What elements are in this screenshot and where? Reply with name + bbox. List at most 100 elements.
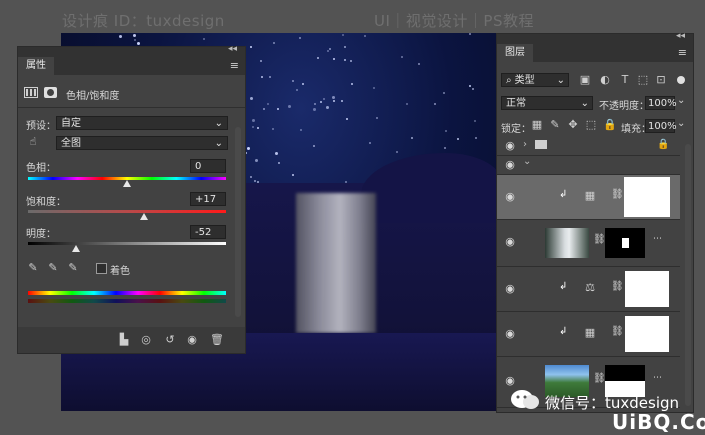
type-filter-icon[interactable]: T (619, 73, 631, 87)
star (254, 179, 257, 182)
layer-row-selected[interactable]: ◉ ↲ ▦ ⛓ (497, 175, 680, 220)
wechat-icon (510, 389, 540, 411)
clip-to-layer-icon[interactable]: ▙ (117, 333, 131, 347)
lightness-slider-track[interactable] (28, 242, 226, 245)
lightness-slider-thumb[interactable] (71, 245, 80, 252)
reset-icon[interactable]: ↺ (163, 333, 177, 347)
star (434, 103, 436, 106)
lock-image-icon[interactable]: ✎ (549, 118, 561, 132)
filter-kind-dropdown[interactable]: ⌕ 类型 ⌄ (501, 73, 569, 87)
waterfall-thumbnail[interactable] (545, 228, 589, 258)
star (300, 129, 303, 132)
layers-tab-bar: 图层 ≡ (497, 44, 693, 62)
layer-row[interactable]: ◉ ⛓ ⋯ (497, 220, 680, 267)
lock-position-icon[interactable]: ✥ (567, 118, 579, 132)
lock-icon: 🔒 (657, 139, 670, 150)
star (276, 108, 279, 111)
star (342, 34, 345, 37)
collapse-icon[interactable]: ◂◂ (228, 44, 237, 54)
layer-mask-thumbnail[interactable] (625, 271, 669, 307)
eyedropper-plus-icon[interactable]: ✎ (46, 261, 60, 275)
eye-icon[interactable]: ◉ (503, 191, 517, 203)
filter-kind-value: 类型 (514, 75, 535, 86)
blend-mode-dropdown[interactable]: 正常 ⌄ (501, 96, 593, 110)
star (271, 128, 274, 131)
fill-field[interactable]: 100% (645, 119, 677, 133)
panel-menu-icon[interactable]: ≡ (678, 46, 687, 59)
eye-icon[interactable]: ◉ (503, 283, 517, 295)
eyedropper-icon[interactable]: ✎ (26, 261, 40, 275)
star (343, 46, 346, 49)
targeted-adjustment-hand-icon[interactable]: ☝ (26, 135, 40, 149)
lightness-field[interactable]: -52 (190, 225, 226, 239)
tab-properties[interactable]: 属性 (18, 57, 54, 75)
color-balance-icon: ⚖ (585, 281, 595, 294)
eyedropper-minus-icon[interactable]: ✎ (66, 261, 80, 275)
link-icon[interactable]: ⛓ (611, 281, 624, 292)
hue-slider-thumb[interactable] (123, 180, 131, 187)
collapse-icon[interactable]: ◂◂ (676, 31, 685, 41)
link-icon[interactable]: ⛓ (593, 373, 606, 384)
preset-value: 自定 (61, 118, 81, 129)
mask-icon[interactable] (44, 87, 57, 98)
chevron-down-icon[interactable]: ⌄ (677, 95, 685, 106)
link-icon[interactable]: ⛓ (611, 326, 624, 337)
delete-icon[interactable]: 🗑 (210, 333, 224, 347)
star (118, 35, 122, 39)
panel-menu-icon[interactable]: ≡ (230, 59, 239, 72)
tab-layers[interactable]: 图层 (497, 44, 533, 62)
star (262, 107, 265, 110)
properties-scrollbar[interactable] (235, 127, 241, 317)
star (445, 129, 448, 132)
layer-row[interactable]: ◉ ↲ ▦ ⛓ (497, 312, 680, 357)
input-color-bar (28, 291, 226, 295)
waterfall (296, 193, 376, 333)
star (314, 102, 317, 105)
lock-all-icon[interactable]: 🔒 (603, 118, 617, 132)
saturation-slider-thumb[interactable] (139, 213, 148, 220)
layers-scrollbar[interactable] (685, 144, 691, 406)
eye-icon[interactable]: ◉ (503, 328, 517, 340)
chevron-down-icon[interactable]: ⌄ (523, 156, 531, 167)
visibility-icon[interactable]: ◉ (185, 333, 199, 347)
lock-transparent-icon[interactable]: ▦ (531, 118, 543, 132)
layer-group-row[interactable]: ◉ › 🔒 (497, 137, 680, 156)
star (400, 56, 403, 59)
eye-icon[interactable]: ◉ (503, 236, 517, 248)
star (266, 103, 269, 106)
smart-object-filter-icon[interactable]: ⊡ (655, 73, 667, 87)
eye-icon[interactable]: ◉ (503, 375, 517, 387)
chevron-down-icon[interactable]: ⌄ (677, 118, 685, 129)
view-previous-state-icon[interactable]: ◎ (139, 333, 153, 347)
layer-mask-thumbnail[interactable] (625, 316, 669, 352)
star (302, 83, 305, 86)
pixel-filter-icon[interactable]: ▣ (579, 73, 591, 87)
filter-effects-icon[interactable]: ⋯ (653, 234, 662, 244)
filter-toggle-icon[interactable] (677, 76, 685, 84)
adjustment-filter-icon[interactable]: ◐ (599, 73, 611, 87)
star (203, 37, 206, 40)
lock-artboard-icon[interactable]: ⬚ (585, 118, 597, 132)
eye-icon[interactable]: ◉ (503, 159, 517, 171)
link-icon[interactable]: ⛓ (593, 234, 606, 245)
star (259, 59, 262, 62)
shape-filter-icon[interactable]: ⬚ (637, 73, 649, 87)
opacity-field[interactable]: 100% (645, 96, 677, 110)
layer-row[interactable]: ◉ ↲ ⚖ ⛓ (497, 267, 680, 312)
link-icon[interactable]: ⛓ (611, 189, 624, 200)
channel-dropdown[interactable]: 全图 ⌄ (56, 136, 228, 150)
filter-effects-icon[interactable]: ⋯ (653, 373, 662, 383)
hue-field[interactable]: 0 (190, 159, 226, 173)
preset-dropdown[interactable]: 自定 ⌄ (56, 116, 228, 130)
layer-group-row[interactable]: ◉ ⌄ (497, 156, 680, 175)
star (323, 98, 326, 101)
eye-icon[interactable]: ◉ (503, 140, 517, 152)
saturation-field[interactable]: +17 (190, 192, 226, 206)
layer-mask-thumbnail[interactable] (605, 228, 645, 258)
chevron-right-icon[interactable]: › (523, 139, 527, 150)
colorize-checkbox[interactable] (96, 263, 107, 274)
layer-mask-thumbnail[interactable] (624, 177, 670, 217)
clip-arrow-icon: ↲ (559, 281, 568, 292)
clip-arrow-icon: ↲ (559, 326, 568, 337)
saturation-slider-track[interactable] (28, 210, 226, 213)
